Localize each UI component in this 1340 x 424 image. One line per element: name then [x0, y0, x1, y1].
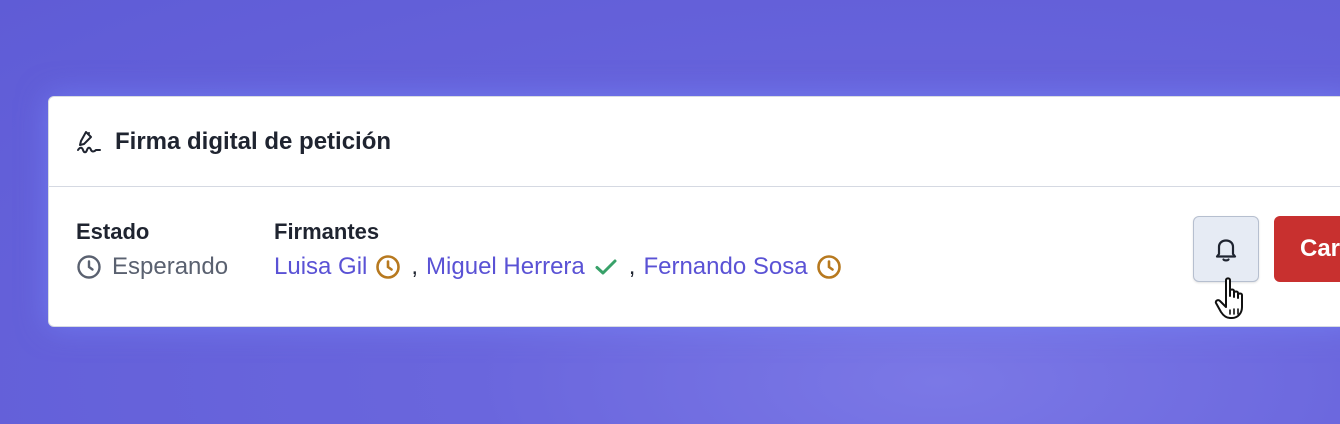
signer-link-luisa-gil[interactable]: Luisa Gil [274, 253, 367, 281]
notify-button[interactable] [1193, 216, 1259, 282]
card-header: Firma digital de petición [49, 97, 1340, 187]
clock-icon [76, 254, 102, 280]
estado-column: Estado Esperando [76, 219, 228, 281]
check-icon [593, 254, 619, 280]
bell-icon [1211, 234, 1241, 264]
signer-list: Luisa Gil , Miguel Herrera , Fernando So… [274, 253, 842, 281]
hand-pointer-cursor [1214, 276, 1256, 322]
estado-label: Estado [76, 219, 150, 244]
estado-value: Esperando [76, 253, 228, 281]
clock-icon [816, 254, 842, 280]
clock-icon [375, 254, 401, 280]
card-body: Estado Esperando Firmantes Luisa Gil , M… [49, 187, 1340, 325]
signer-link-fernando-sosa[interactable]: Fernando Sosa [643, 253, 807, 281]
estado-text: Esperando [112, 253, 229, 280]
firmantes-column: Firmantes Luisa Gil , Miguel Herrera , F… [274, 219, 842, 281]
signer-link-miguel-herrera[interactable]: Miguel Herrera [426, 253, 585, 281]
signer-separator: , [628, 253, 636, 280]
signature-card: Firma digital de petición Estado Esperan… [48, 96, 1340, 327]
card-title: Firma digital de petición [115, 127, 392, 155]
signer-separator: , [411, 253, 419, 280]
firmantes-label: Firmantes [274, 219, 380, 244]
cancel-button[interactable]: Car [1274, 216, 1340, 282]
signature-icon [75, 128, 103, 156]
